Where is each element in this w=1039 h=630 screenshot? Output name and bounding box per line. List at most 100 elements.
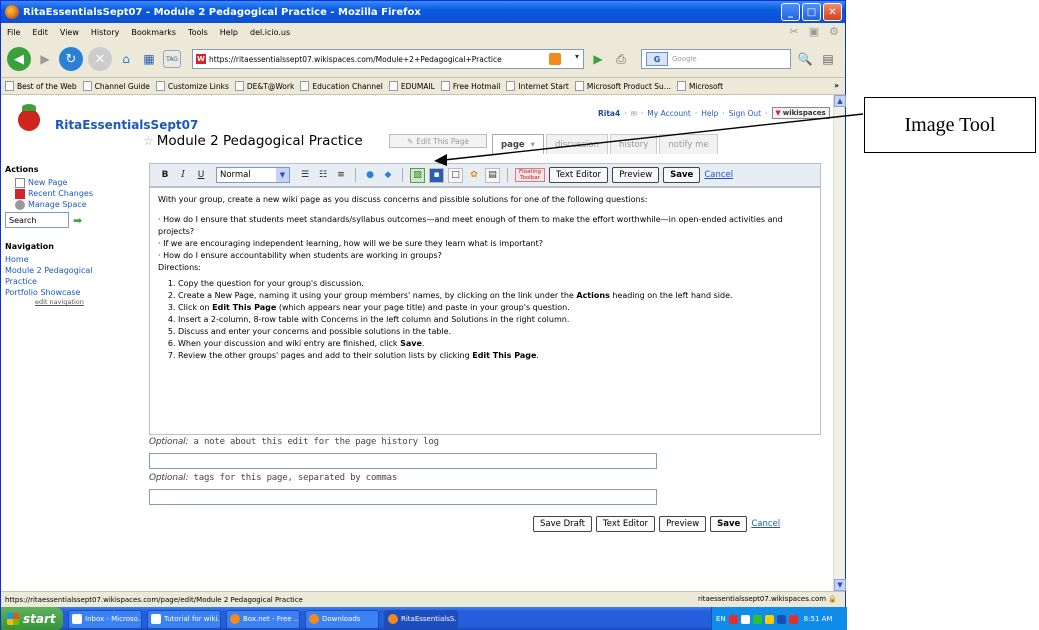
text-editor-button[interactable]: Text Editor xyxy=(549,167,609,183)
edit-navigation-link[interactable]: edit navigation xyxy=(5,298,125,306)
sidebar-item-manage-space[interactable]: Manage Space xyxy=(5,199,125,210)
sign-out-link[interactable]: Sign Out xyxy=(729,109,761,118)
tray-icon[interactable] xyxy=(752,614,762,624)
menu-history[interactable]: History xyxy=(91,28,119,37)
cancel-link[interactable]: Cancel xyxy=(751,519,780,529)
sidebar-item-module-2[interactable]: Module 2 Pedagogical Practice xyxy=(5,265,99,287)
tab-history[interactable]: history xyxy=(610,134,658,154)
tag-icon[interactable]: TAG xyxy=(163,50,181,68)
edit-note-input[interactable] xyxy=(149,453,657,469)
search-go-icon[interactable]: ➡ xyxy=(73,214,82,227)
tray-icon[interactable] xyxy=(728,614,738,624)
tags-input[interactable] xyxy=(149,489,657,505)
bookmark-item[interactable]: Channel Guide xyxy=(82,81,150,91)
widget-icon[interactable]: ✿ xyxy=(467,168,481,182)
tab-page[interactable]: page ▾ xyxy=(492,134,544,154)
sidebar-item-new-page[interactable]: New Page xyxy=(5,177,125,188)
bookmark-item[interactable]: Customize Links xyxy=(155,81,229,91)
edit-this-page-button[interactable]: ✎ Edit This Page xyxy=(389,134,487,148)
italic-button[interactable]: I xyxy=(176,168,190,182)
menu-help[interactable]: Help xyxy=(220,28,238,37)
bookmark-item[interactable]: Education Channel xyxy=(300,81,383,91)
tab-discussion[interactable]: discussion xyxy=(545,134,609,154)
language-indicator[interactable]: EN xyxy=(716,615,726,623)
tray-icon[interactable] xyxy=(764,614,774,624)
rss-icon[interactable] xyxy=(549,53,561,65)
tray-icon[interactable] xyxy=(776,614,786,624)
link-icon[interactable]: ● xyxy=(363,168,377,182)
table-icon[interactable]: □ xyxy=(448,167,463,183)
preview-button[interactable]: Preview xyxy=(659,516,707,532)
format-select[interactable]: Normal ▼ xyxy=(216,167,290,183)
special-char-icon[interactable]: ▤ xyxy=(485,167,500,183)
file-icon[interactable]: ▪ xyxy=(429,167,444,183)
star-icon[interactable]: ☆ xyxy=(143,134,154,148)
bookmark-item[interactable]: Internet Start xyxy=(506,81,569,91)
bulleted-list-icon[interactable]: ☷ xyxy=(316,168,330,182)
cancel-link[interactable]: Cancel xyxy=(704,170,733,180)
save-button[interactable]: Save xyxy=(663,167,701,183)
mail-icon[interactable]: ✉ xyxy=(631,109,637,118)
wikispaces-badge[interactable]: ▼ wikispaces xyxy=(771,107,830,119)
close-button[interactable]: ✕ xyxy=(823,3,842,21)
horizontal-rule-icon[interactable]: ≡ xyxy=(334,168,348,182)
taskbar-item[interactable]: Box.net - Free ... xyxy=(226,609,300,629)
editor-area[interactable]: With your group, create a new wiki page … xyxy=(149,187,821,435)
bookmark-save-icon[interactable]: ▦ xyxy=(140,50,158,68)
sidebar-item-recent-changes[interactable]: Recent Changes xyxy=(5,188,125,199)
menu-edit[interactable]: Edit xyxy=(32,28,48,37)
go-icon[interactable]: ▶ xyxy=(589,50,607,68)
space-name[interactable]: RitaEssentialsSept07 xyxy=(55,118,198,132)
bookmark-item[interactable]: Microsoft xyxy=(676,81,723,91)
tab-notify-me[interactable]: notify me xyxy=(659,134,718,154)
bookmark-item[interactable]: Free Hotmail xyxy=(440,81,500,91)
menu-bookmarks[interactable]: Bookmarks xyxy=(131,28,176,37)
bookmarks-more-icon[interactable]: » xyxy=(834,81,839,90)
url-bar[interactable]: W https://ritaessentialssept07.wikispace… xyxy=(192,49,584,69)
print-icon[interactable]: ⎙ xyxy=(612,50,630,68)
bold-button[interactable]: B xyxy=(158,168,172,182)
vertical-scrollbar[interactable]: ▲ ▼ xyxy=(833,95,846,591)
taskbar-item[interactable]: Tutorial for wiki... xyxy=(147,609,221,629)
reload-icon[interactable]: ↻ xyxy=(59,47,83,71)
taskbar-item[interactable]: Inbox - Microso... xyxy=(68,609,142,629)
url-dropdown-icon[interactable]: ▾ xyxy=(575,52,579,61)
image-tool-icon[interactable]: ▨ xyxy=(410,167,425,183)
menu-file[interactable]: File xyxy=(7,28,20,37)
start-button[interactable]: start xyxy=(1,607,63,630)
underline-button[interactable]: U xyxy=(194,168,208,182)
minimize-button[interactable]: _ xyxy=(781,3,800,21)
help-link[interactable]: Help xyxy=(701,109,718,118)
preview-button[interactable]: Preview xyxy=(612,167,660,183)
scroll-down-icon[interactable]: ▼ xyxy=(834,579,846,591)
search-input[interactable]: Search xyxy=(5,212,69,228)
stop-icon[interactable]: ✕ xyxy=(88,47,112,71)
forward-icon[interactable]: ▶ xyxy=(36,50,54,68)
menu-tools[interactable]: Tools xyxy=(188,28,208,37)
save-draft-button[interactable]: Save Draft xyxy=(533,516,592,532)
tray-icon[interactable] xyxy=(788,614,798,624)
bookmark-item[interactable]: Microsoft Product Su... xyxy=(574,81,671,91)
external-link-icon[interactable]: ◆ xyxy=(381,168,395,182)
sidebar-item-portfolio[interactable]: Portfolio Showcase xyxy=(5,287,125,298)
save-button[interactable]: Save xyxy=(710,516,748,532)
bookmark-item[interactable]: DE&T@Work xyxy=(234,81,294,91)
taskbar-item[interactable]: Downloads xyxy=(305,609,379,629)
bookmark-item[interactable]: Best of the Web xyxy=(5,81,77,91)
back-icon[interactable]: ◀ xyxy=(7,47,31,71)
tray-icon[interactable] xyxy=(740,614,750,624)
my-account-link[interactable]: My Account xyxy=(647,109,691,118)
search-bar[interactable]: G Google xyxy=(641,49,791,69)
home-icon[interactable]: ⌂ xyxy=(117,50,135,68)
maximize-button[interactable]: □ xyxy=(802,3,821,21)
sidebar-item-home[interactable]: Home xyxy=(5,254,125,265)
sidebar-icon[interactable]: ▤ xyxy=(819,50,837,68)
search-icon[interactable]: 🔍 xyxy=(796,50,814,68)
bookmark-item[interactable]: EDUMAIL xyxy=(388,81,435,91)
numbered-list-icon[interactable]: ☰ xyxy=(298,168,312,182)
menu-view[interactable]: View xyxy=(60,28,79,37)
menu-delicious[interactable]: del.icio.us xyxy=(250,28,290,37)
text-editor-button[interactable]: Text Editor xyxy=(596,516,656,532)
scroll-up-icon[interactable]: ▲ xyxy=(834,95,846,107)
floating-toolbar-button[interactable]: Floating Toolbar xyxy=(515,168,545,182)
